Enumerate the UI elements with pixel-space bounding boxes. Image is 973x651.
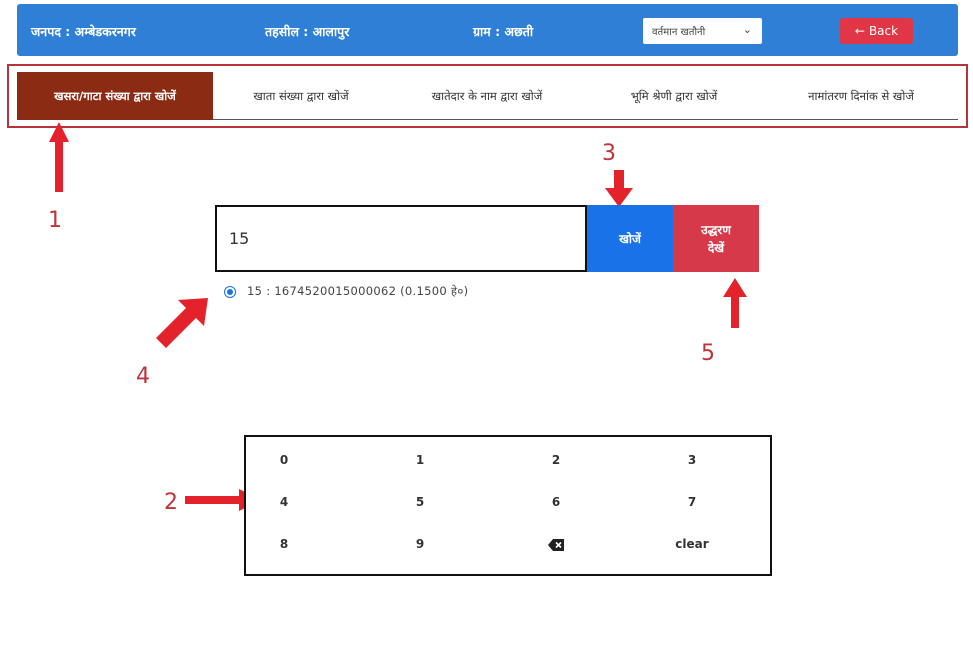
- annotation-label-1: 1: [48, 208, 62, 233]
- back-button[interactable]: ← Back: [840, 18, 913, 44]
- tab-label: भूमि श्रेणी द्वारा खोजें: [630, 88, 718, 103]
- tab-label: खाता संख्या द्वारा खोजें: [253, 88, 349, 103]
- tab-label: नामांतरण दिनांक से खोजें: [808, 88, 914, 103]
- keypad-key-0[interactable]: 0: [254, 453, 314, 467]
- tab-khasra-number[interactable]: खसरा/गाटा संख्या द्वारा खोजें: [17, 72, 213, 120]
- search-button-label: खोजें: [619, 232, 641, 246]
- annotation-label-3: 3: [602, 141, 616, 166]
- district-label: जनपद : अम्बेडकरनगर: [31, 24, 136, 39]
- keypad-key-3[interactable]: 3: [662, 453, 722, 467]
- village-label: ग्राम : अछती: [473, 24, 534, 39]
- tab-label: खातेदार के नाम द्वारा खोजें: [431, 88, 543, 103]
- view-extract-button[interactable]: उद्धरण देखें: [673, 205, 759, 272]
- tehsil-label: तहसील : आलापुर: [265, 24, 350, 39]
- chevron-down-icon: ⌄: [742, 23, 752, 36]
- annotation-arrow-diagonal-icon: [156, 298, 208, 348]
- annotation-arrow-up-icon: [49, 122, 69, 192]
- keypad-key-2[interactable]: 2: [526, 453, 586, 467]
- tab-owner-name[interactable]: खातेदार के नाम द्वारा खोजें: [391, 72, 583, 120]
- numeric-keypad: 0 1 2 3 4 5 6 7 8 9 clear: [244, 435, 772, 576]
- annotation-arrow-up-icon: [723, 278, 747, 328]
- khasra-search-input[interactable]: 15: [215, 205, 587, 272]
- extract-button-label-line2: देखें: [707, 240, 725, 255]
- tab-label: खसरा/गाटा संख्या द्वारा खोजें: [54, 88, 176, 103]
- search-input-value: 15: [229, 229, 250, 248]
- arrow-left-icon: ←: [854, 24, 865, 38]
- keypad-key-4[interactable]: 4: [254, 495, 314, 509]
- annotation-label-4: 4: [136, 364, 150, 389]
- top-header-bar: जनपद : अम्बेडकरनगर तहसील : आलापुर ग्राम …: [17, 4, 958, 56]
- tab-account-number[interactable]: खाता संख्या द्वारा खोजें: [215, 72, 387, 120]
- search-result-text: 15 : 1674520015000062 (0.1500 हे०): [247, 284, 469, 298]
- annotation-label-5: 5: [701, 341, 715, 366]
- keypad-key-8[interactable]: 8: [254, 537, 314, 551]
- tab-underline: [213, 119, 958, 120]
- annotation-label-2: 2: [164, 490, 178, 515]
- khatauni-select[interactable]: वर्तमान खतौनी ⌄: [643, 18, 762, 44]
- search-result-option[interactable]: 15 : 1674520015000062 (0.1500 हे०): [224, 284, 468, 299]
- tab-mutation-date[interactable]: नामांतरण दिनांक से खोजें: [763, 72, 959, 120]
- backspace-icon[interactable]: [526, 537, 586, 551]
- keypad-key-1[interactable]: 1: [390, 453, 450, 467]
- radio-selected-icon[interactable]: [224, 285, 236, 298]
- keypad-key-5[interactable]: 5: [390, 495, 450, 509]
- keypad-key-clear[interactable]: clear: [662, 537, 722, 551]
- search-tabs: खसरा/गाटा संख्या द्वारा खोजें खाता संख्य…: [7, 64, 968, 128]
- search-button[interactable]: खोजें: [587, 205, 673, 272]
- annotation-arrow-down-icon: [605, 170, 633, 207]
- extract-button-label-line1: उद्धरण: [701, 222, 731, 237]
- back-button-label: Back: [868, 24, 899, 38]
- tab-land-category[interactable]: भूमि श्रेणी द्वारा खोजें: [593, 72, 755, 120]
- khatauni-select-value: वर्तमान खतौनी: [652, 27, 706, 38]
- keypad-key-6[interactable]: 6: [526, 495, 586, 509]
- keypad-key-9[interactable]: 9: [390, 537, 450, 551]
- keypad-key-7[interactable]: 7: [662, 495, 722, 509]
